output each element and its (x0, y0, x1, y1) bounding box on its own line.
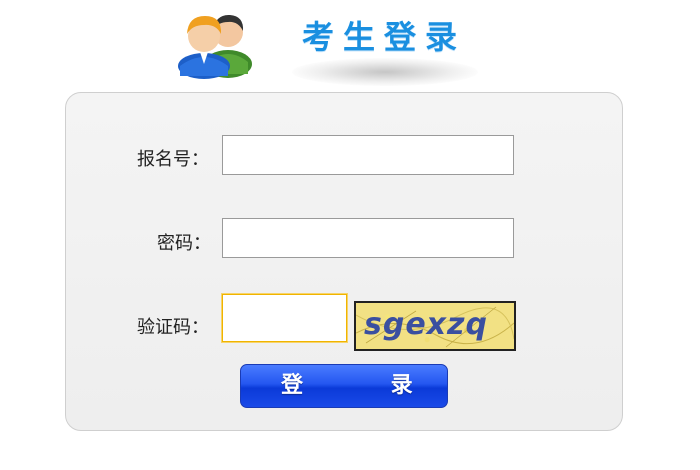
login-button[interactable]: 登 录 (240, 364, 448, 408)
login-page: 考生登录 报名号： 密码： 验证码： sgexzq 登 录 (0, 0, 700, 470)
password-input[interactable] (222, 218, 514, 258)
users-icon (170, 4, 266, 80)
registration-label: 报名号： (137, 149, 209, 170)
captcha-image[interactable]: sgexzq (354, 301, 516, 351)
title-shadow (292, 58, 478, 86)
captcha-input[interactable] (222, 294, 347, 342)
captcha-label: 验证码： (137, 317, 209, 338)
page-title: 考生登录 (302, 18, 467, 56)
captcha-text: sgexzq (364, 307, 488, 342)
registration-number-input[interactable] (222, 135, 514, 175)
password-label: 密码： (157, 233, 211, 254)
